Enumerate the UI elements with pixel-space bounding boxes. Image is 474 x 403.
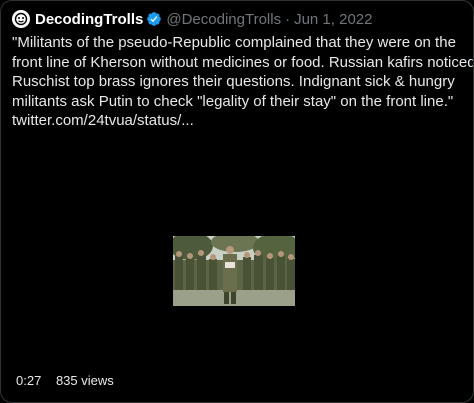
video-player[interactable] (1, 133, 473, 391)
tweet-link[interactable]: twitter.com/24tvua/status/... (12, 111, 464, 131)
tweet-text-line: militants ask Putin to check "legality o… (12, 92, 454, 110)
tweet-text-line: Ruschist top brass ignores their questio… (12, 73, 455, 90)
tweet-card[interactable]: DecodingTrolls @DecodingTrolls · Jun 1, … (0, 0, 474, 403)
video-meta: 0:27 835 views (16, 373, 114, 388)
separator-dot: · (285, 10, 291, 28)
video-duration: 0:27 (16, 373, 42, 388)
author-handle[interactable]: @DecodingTrolls (166, 11, 281, 28)
video-thumbnail[interactable] (173, 236, 295, 306)
tweet-text: "Militants of the pseudo-Republic compla… (12, 33, 474, 131)
tweet-date[interactable]: Jun 1, 2022 (294, 11, 372, 28)
tweet-text-line: front line of Kherson without medicines … (12, 53, 474, 71)
verified-badge-icon (147, 12, 162, 26)
author-display-name[interactable]: DecodingTrolls (35, 11, 143, 28)
decodingtrolls-logo-icon[interactable] (12, 10, 30, 28)
tweet-header: DecodingTrolls @DecodingTrolls · Jun 1, … (12, 10, 372, 28)
tweet-text-line: "Militants of the pseudo-Republic compla… (12, 34, 456, 51)
video-views: 835 views (55, 373, 114, 388)
